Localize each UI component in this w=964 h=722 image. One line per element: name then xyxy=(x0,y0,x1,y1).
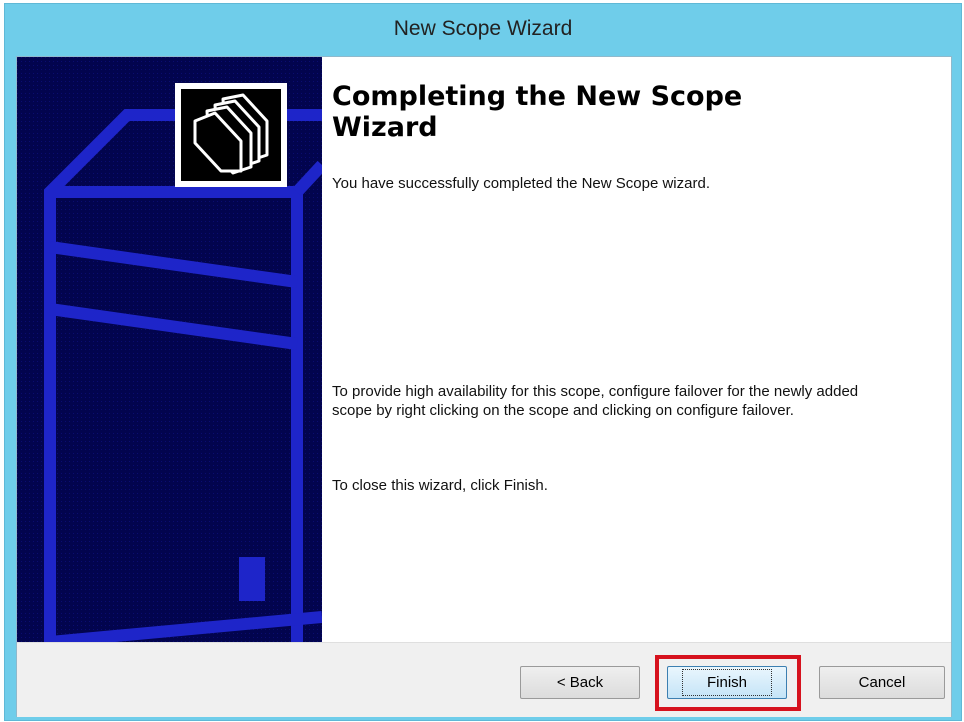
wizard-logo xyxy=(175,83,287,187)
folders-icon xyxy=(185,91,277,180)
wizard-content: Completing the New Scope Wizard You have… xyxy=(332,57,942,642)
back-button-label: < Back xyxy=(556,674,604,691)
cancel-button-label: Cancel xyxy=(858,674,906,691)
back-button[interactable]: < Back xyxy=(520,666,640,699)
wizard-side-panel xyxy=(17,57,322,642)
button-bar: < Back Finish Cancel xyxy=(17,642,951,717)
finish-button[interactable]: Finish xyxy=(667,666,787,699)
wizard-client-area: Completing the New Scope Wizard You have… xyxy=(16,56,952,717)
failover-instructions: To provide high availability for this sc… xyxy=(332,383,859,419)
finish-button-label: Finish xyxy=(681,669,772,696)
close-instructions: To close this wizard, click Finish. xyxy=(332,477,548,494)
window-title: New Scope Wizard xyxy=(393,17,573,40)
wizard-window: New Scope Wizard Completing the New Scop… xyxy=(4,3,962,721)
completion-message: You have successfully completed the New … xyxy=(332,175,710,192)
title-bar[interactable]: New Scope Wizard xyxy=(5,4,961,54)
page-heading: Completing the New Scope Wizard xyxy=(332,81,743,143)
cancel-button[interactable]: Cancel xyxy=(819,666,945,699)
